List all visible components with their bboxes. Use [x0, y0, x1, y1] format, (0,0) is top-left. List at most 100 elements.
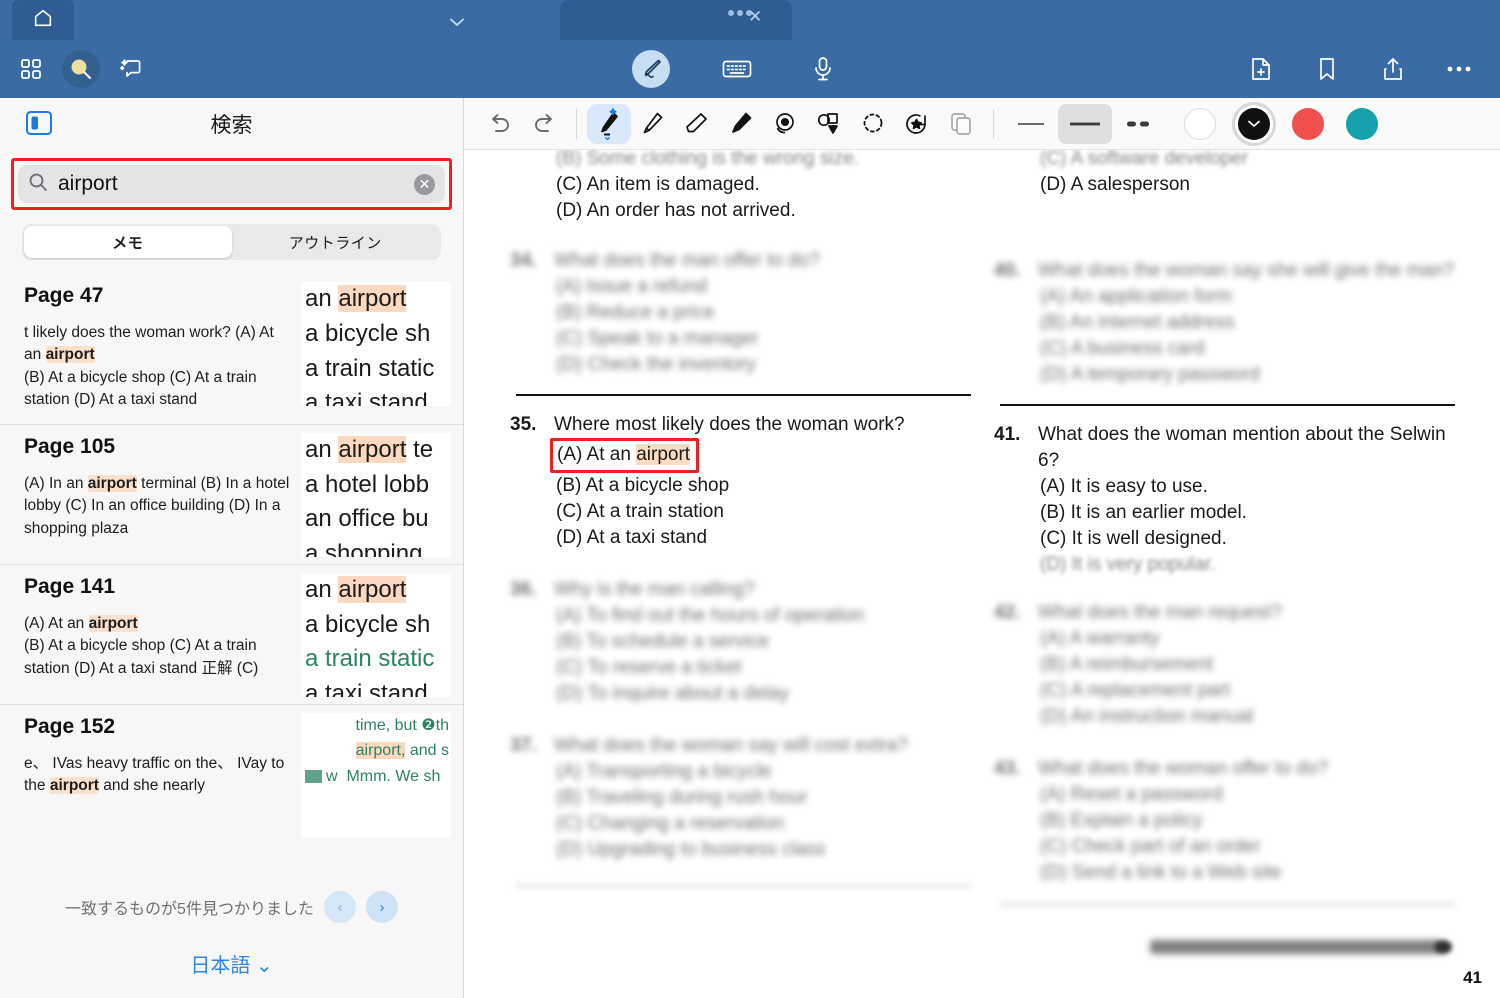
- snippet-highlight: airport: [87, 474, 137, 492]
- search-highlight-box: ✕: [11, 158, 452, 210]
- result-page-label: Page 141: [24, 574, 116, 598]
- result-thumbnail: an airport a bicycle sh a train static a…: [301, 282, 451, 406]
- result-thumbnail: an airport a bicycle sh a train static a…: [301, 572, 451, 697]
- chevron-down-icon: ⌄: [255, 955, 273, 977]
- question-text: Where most likely does the woman work?: [554, 414, 905, 436]
- document-page[interactable]: (B) Some clothing is the wrong size. (C)…: [464, 150, 1500, 998]
- answer-highlight-box: (A) At an airport: [550, 438, 700, 474]
- result-snippet: e、 IVas heavy traffic on the、 IVay to th…: [24, 754, 285, 795]
- list-item[interactable]: Page 47 t likely does the woman work? (A…: [0, 274, 463, 425]
- question-text: What does the woman mention about the Se…: [1038, 424, 1446, 472]
- apps-grid-icon[interactable]: [12, 50, 50, 88]
- sidebar-header: 検索: [0, 98, 463, 150]
- page-number: 41: [1463, 968, 1482, 987]
- title-chevron-icon[interactable]: [450, 14, 464, 32]
- color-white[interactable]: [1184, 107, 1216, 140]
- keyboard-icon[interactable]: [718, 50, 756, 88]
- shapes-icon[interactable]: [807, 104, 851, 144]
- result-count-label: 一致するものが5件見つかりました: [65, 901, 314, 918]
- tab-close-icon[interactable]: ✕: [748, 8, 762, 25]
- copy-icon[interactable]: [939, 104, 983, 144]
- question-35: 35. Where most likely does the woman work…: [510, 412, 980, 551]
- question-41: 41. What does the woman mention about the…: [994, 422, 1464, 578]
- flag-icon: [305, 770, 322, 784]
- blurred-question-42: 42. What does the man request? (A) A warr…: [994, 602, 1282, 728]
- search-sidebar: 検索 ✕ メモ アウトライン: [0, 98, 464, 998]
- doc-highlight: airport: [636, 444, 691, 466]
- section-divider: [1000, 404, 1455, 407]
- search-input[interactable]: [58, 172, 404, 196]
- search-icon[interactable]: [62, 50, 100, 88]
- blurred-question-43: 43. What does the woman offer to do? (A) …: [994, 758, 1329, 884]
- option-text: (D) A salesperson: [1040, 174, 1190, 196]
- page-title: 検索: [210, 114, 253, 137]
- share-icon[interactable]: [1374, 50, 1412, 88]
- result-count-row: 一致するものが5件見つかりました ‹ ›: [0, 877, 463, 927]
- undo-icon[interactable]: [478, 104, 522, 144]
- section-divider: [1000, 904, 1455, 906]
- clear-icon[interactable]: ✕: [414, 173, 435, 195]
- result-thumbnail: time, but ❷th airport, and s w Mmm. We s…: [301, 712, 451, 837]
- option-c: (C) At a train station: [556, 501, 724, 523]
- pencil-icon[interactable]: [631, 104, 675, 144]
- question-number: 41.: [994, 424, 1021, 446]
- stroke-thin[interactable]: [1004, 104, 1058, 144]
- redo-icon[interactable]: [522, 104, 566, 144]
- color-black[interactable]: [1238, 107, 1270, 140]
- language-selector[interactable]: 日本語 ⌄: [190, 955, 272, 977]
- bookmark-icon[interactable]: [1308, 50, 1346, 88]
- prev-result-button[interactable]: ‹: [323, 891, 356, 923]
- titlebar: ✕: [0, 0, 1500, 40]
- language-row: 日本語 ⌄: [0, 927, 463, 992]
- sidebar-toggle-icon[interactable]: [24, 108, 54, 143]
- more-options-icon[interactable]: [1440, 50, 1478, 88]
- result-page-label: Page 47: [24, 284, 104, 307]
- stroke-medium[interactable]: [1058, 103, 1112, 144]
- drawing-toolbar: [464, 98, 1500, 150]
- result-page-label: Page 105: [24, 434, 116, 458]
- result-page-label: Page 152: [24, 714, 116, 738]
- app-body: 検索 ✕ メモ アウトライン: [0, 98, 1500, 998]
- blurred-question-37: 37. What does the woman say will cost ext…: [510, 735, 908, 861]
- home-tab[interactable]: [12, 0, 74, 40]
- microphone-icon[interactable]: [804, 50, 842, 88]
- search-icon: [28, 172, 48, 197]
- sticker-icon[interactable]: [895, 104, 939, 144]
- sidebar-segmented-control: メモ アウトライン: [22, 224, 441, 260]
- list-item[interactable]: Page 152 e、 IVas heavy traffic on the、 I…: [0, 705, 463, 837]
- new-page-icon[interactable]: [1242, 50, 1280, 88]
- result-snippet: (A) In an airport terminal (B) In a hote…: [24, 474, 290, 537]
- blurred-question-36: 36. Why is the man calling? (A) To find o…: [510, 579, 865, 705]
- toolbar-divider: [993, 108, 994, 139]
- lasso-tape-icon[interactable]: [763, 104, 807, 144]
- list-item[interactable]: Page 141 (A) At an airport (B) At a bicyc…: [0, 565, 463, 705]
- tab-outline[interactable]: アウトライン: [232, 226, 440, 258]
- ai-sparkle-chat-icon[interactable]: [112, 50, 150, 88]
- result-snippet: t likely does the woman work? (A) At an …: [24, 324, 274, 409]
- next-result-button[interactable]: ›: [365, 891, 398, 923]
- highlighter-icon[interactable]: [719, 104, 763, 144]
- option-c: (C) It is well designed.: [1040, 528, 1227, 550]
- sidebar-footer: 一致するものが5件見つかりました ‹ › 日本語 ⌄: [0, 877, 463, 998]
- search-results-list[interactable]: Page 47 t likely does the woman work? (A…: [0, 274, 463, 877]
- color-teal[interactable]: [1346, 107, 1378, 140]
- snippet-highlight: airport: [45, 346, 95, 364]
- handwritten-scribble-end: [1434, 940, 1452, 954]
- option-d: (D) At a taxi stand: [556, 527, 708, 549]
- fountain-pen-icon[interactable]: [587, 103, 631, 144]
- blurred-question-40: 40. What does the woman say she will give…: [994, 260, 1455, 386]
- color-red[interactable]: [1292, 107, 1324, 140]
- eraser-icon[interactable]: [675, 104, 719, 144]
- lasso-select-icon[interactable]: [851, 104, 895, 144]
- app-window: ✕ 検索 airport ✕ メモ アウトライン Page 47 t likel…: [0, 0, 1500, 998]
- option-a: (A) It is easy to use.: [1040, 476, 1208, 498]
- search-box[interactable]: ✕: [18, 165, 445, 203]
- option-d: (D) It is very popular.: [1040, 554, 1216, 576]
- pen-annotate-icon[interactable]: [632, 50, 670, 88]
- stroke-dotted[interactable]: [1112, 104, 1166, 144]
- toolbar-divider: [576, 108, 577, 139]
- snippet-highlight: airport: [88, 614, 138, 632]
- option-text: (C) An item is damaged.: [556, 174, 760, 196]
- tab-memo[interactable]: メモ: [24, 226, 232, 258]
- list-item[interactable]: Page 105 (A) In an airport terminal (B) …: [0, 425, 463, 565]
